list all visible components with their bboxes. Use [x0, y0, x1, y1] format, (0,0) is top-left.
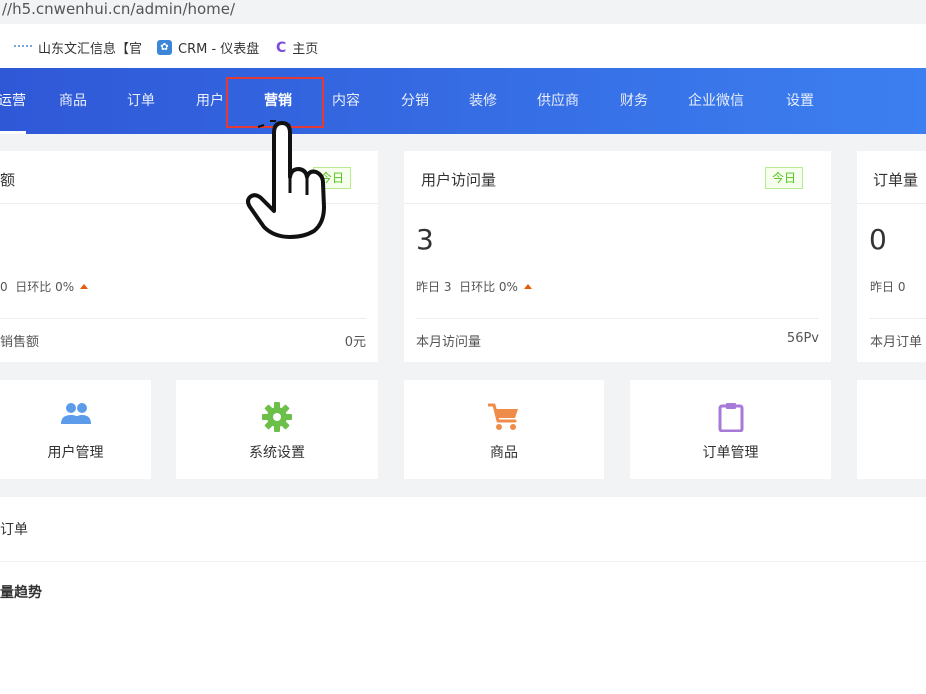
gear-icon	[262, 402, 292, 432]
panel-title: 订单	[0, 522, 28, 538]
nav-item-users[interactable]: 用户	[196, 68, 224, 134]
trend-up-icon	[80, 284, 89, 289]
today-badge: 今日	[765, 167, 804, 189]
nav-item-operations[interactable]: 运营	[0, 68, 26, 134]
trend-up-icon	[523, 284, 532, 289]
panel-title: 量趋势	[0, 585, 42, 601]
divider	[857, 203, 926, 204]
divider	[869, 318, 926, 319]
bookmark-shandong[interactable]: 山东文汇信息【官	[14, 38, 142, 57]
stat-card-orders: 订单量 0 昨日 0 本月订单	[857, 151, 926, 362]
nav-item-settings[interactable]: 设置	[786, 68, 814, 134]
compare-prefix: 昨日 3	[416, 280, 452, 294]
users-icon	[60, 403, 91, 424]
quick-user-management[interactable]: 用户管理	[0, 380, 151, 479]
main-nav: 运营 商品 订单 用户 营销 内容 分销 装修 供应商 财务 企业微信 设置	[0, 68, 926, 134]
divider	[404, 203, 831, 204]
compare-text: 日环比 0%	[15, 280, 75, 294]
cursor-click-icon	[257, 120, 291, 128]
quick-order-management[interactable]: 订单管理	[630, 380, 831, 479]
pointing-hand-icon	[246, 121, 326, 239]
nav-item-suppliers[interactable]: 供应商	[537, 68, 579, 134]
bookmark-label: CRM - 仪表盘	[178, 42, 260, 57]
address-bar[interactable]: //h5.cnwenhui.cn/admin/home/	[0, 0, 926, 24]
wave-icon	[14, 44, 32, 53]
crm-icon: ✿	[157, 40, 172, 55]
divider	[416, 318, 819, 319]
footer-value: 0元	[344, 335, 366, 350]
bookmark-home[interactable]: C 主页	[276, 38, 319, 58]
compare-text: 日环比 0%	[459, 280, 518, 294]
divider	[0, 318, 366, 319]
clipboard-icon	[718, 403, 743, 432]
stat-value: 3	[416, 223, 434, 256]
bookmark-label: 主页	[292, 42, 319, 57]
footer-label: 销售额	[0, 335, 40, 350]
stat-card-visits: 用户访问量 今日 3 昨日 3 日环比 0% 本月访问量 56Pv	[404, 151, 831, 362]
quick-label: 商品	[490, 445, 518, 461]
stat-compare: 0 日环比 0%	[0, 278, 89, 295]
stat-compare: 昨日 3 日环比 0%	[416, 278, 532, 295]
compare-prefix: 0	[0, 280, 8, 294]
footer-label: 本月订单	[870, 335, 923, 350]
nav-item-wecom[interactable]: 企业微信	[688, 68, 744, 134]
quick-system-settings[interactable]: 系统设置	[176, 380, 378, 479]
footer-value: 56Pv	[786, 331, 819, 346]
nav-item-decoration[interactable]: 装修	[469, 68, 497, 134]
stat-title: 用户访问量	[421, 171, 497, 189]
compare-prefix: 昨日 0	[870, 280, 906, 294]
trend-panel: 量趋势	[0, 562, 926, 694]
quick-card-more[interactable]	[857, 380, 926, 479]
nav-item-content[interactable]: 内容	[332, 68, 360, 134]
c-logo-icon: C	[276, 39, 287, 56]
bookmarks-bar: 山东文汇信息【官 ✿ CRM - 仪表盘 C 主页	[0, 24, 926, 68]
stat-value: 0	[869, 223, 887, 256]
quick-label: 用户管理	[47, 445, 104, 461]
quick-label: 系统设置	[249, 445, 305, 461]
stat-title: 订单量	[873, 171, 919, 189]
nav-item-finance[interactable]: 财务	[620, 68, 648, 134]
nav-item-orders[interactable]: 订单	[127, 68, 155, 134]
orders-panel: 订单	[0, 497, 926, 561]
bookmark-label: 山东文汇信息【官	[38, 42, 143, 57]
quick-products[interactable]: 商品	[404, 380, 604, 479]
nav-item-distribution[interactable]: 分销	[401, 68, 429, 134]
quick-label: 订单管理	[702, 445, 759, 461]
stat-title: 额	[0, 171, 16, 189]
bookmark-crm[interactable]: ✿ CRM - 仪表盘	[157, 38, 259, 57]
cart-icon	[488, 403, 518, 430]
nav-item-products[interactable]: 商品	[59, 68, 87, 134]
footer-label: 本月访问量	[416, 335, 482, 350]
